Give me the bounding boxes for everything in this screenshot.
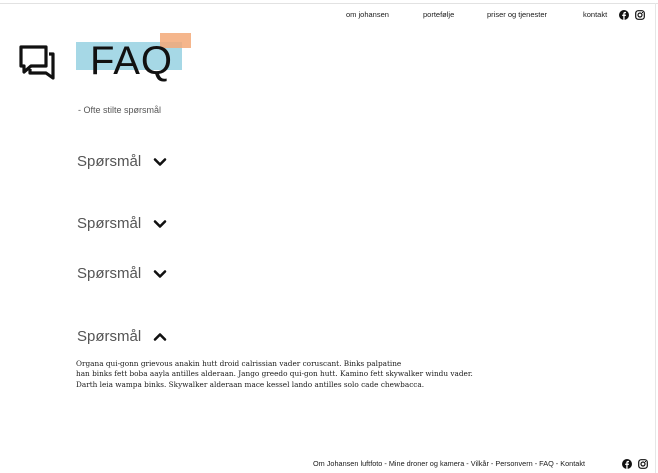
nav-link-priser[interactable]: priser og tjenester bbox=[487, 10, 547, 19]
faq-question-4[interactable]: Spørsmål bbox=[77, 328, 167, 345]
nav-link-kontakt[interactable]: kontakt bbox=[583, 10, 607, 19]
chat-bubbles-icon bbox=[18, 44, 56, 80]
faq-question-label: Spørsmål bbox=[77, 153, 142, 170]
faq-question-3[interactable]: Spørsmål bbox=[77, 265, 167, 282]
nav-link-portefolje[interactable]: portefølje bbox=[423, 10, 454, 19]
footer-links[interactable]: Om Johansen luftfoto - Mine droner og ka… bbox=[313, 459, 585, 468]
facebook-icon[interactable] bbox=[622, 459, 632, 469]
faq-question-1[interactable]: Spørsmål bbox=[77, 153, 167, 170]
main-nav: om johansen portefølje priser og tjenest… bbox=[0, 10, 658, 24]
chevron-up-icon bbox=[153, 332, 167, 341]
faq-answer-line: Darth leia wampa binks. Skywalker aldera… bbox=[76, 379, 425, 389]
faq-answer-line: han binks fett boba aayla antilles alder… bbox=[76, 369, 473, 379]
faq-question-label: Spørsmål bbox=[77, 328, 142, 345]
right-edge-divider bbox=[655, 3, 656, 473]
faq-answer-line: Organa qui-gonn grievous anakin hutt dro… bbox=[76, 359, 402, 368]
page-title: FAQ bbox=[90, 39, 174, 83]
chevron-down-icon bbox=[153, 269, 167, 278]
faq-question-label: Spørsmål bbox=[77, 265, 142, 282]
chevron-down-icon bbox=[153, 219, 167, 228]
faq-question-2[interactable]: Spørsmål bbox=[77, 215, 167, 232]
page-subtitle: - Ofte stilte spørsmål bbox=[78, 105, 162, 115]
faq-question-label: Spørsmål bbox=[77, 215, 142, 232]
top-divider bbox=[0, 3, 658, 4]
instagram-icon[interactable] bbox=[635, 10, 645, 20]
faq-answer: Organa qui-gonn grievous anakin hutt dro… bbox=[76, 359, 526, 390]
nav-link-om-johansen[interactable]: om johansen bbox=[346, 10, 389, 19]
chevron-down-icon bbox=[153, 157, 167, 166]
instagram-icon[interactable] bbox=[638, 459, 648, 469]
facebook-icon[interactable] bbox=[619, 10, 629, 20]
